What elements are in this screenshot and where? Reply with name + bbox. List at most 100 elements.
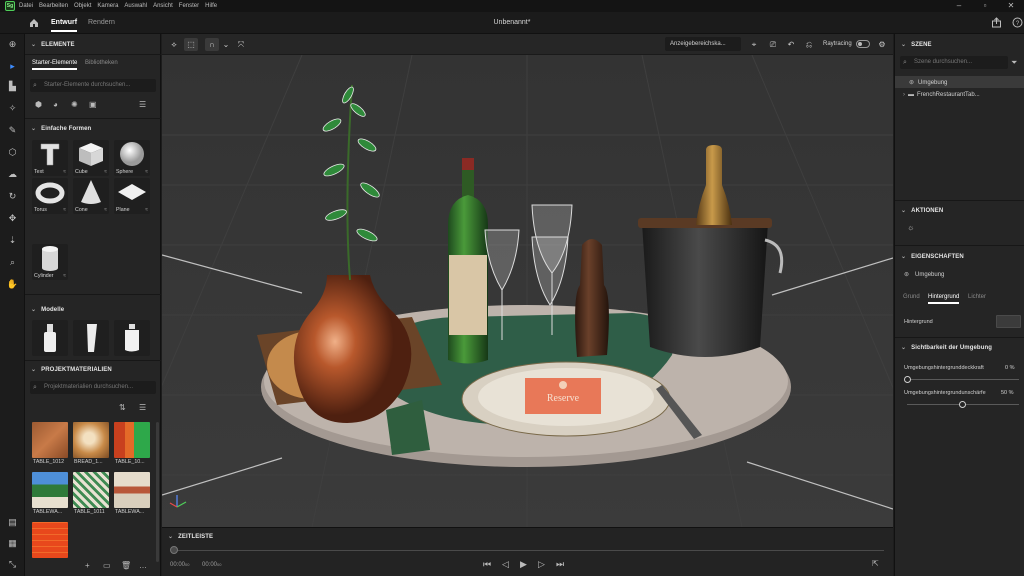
chevron-down-icon[interactable]: ⌄ (219, 38, 233, 51)
more-icon[interactable]: … (139, 561, 147, 570)
opacity-value[interactable]: 0 % (1005, 365, 1014, 371)
tab-starter-elemente[interactable]: Starter-Elemente (32, 60, 78, 70)
maximize-icon[interactable]: ▫ (972, 0, 998, 12)
menu-hilfe[interactable]: Hilfe (205, 3, 217, 9)
magnet-icon[interactable]: ∩ (205, 38, 219, 51)
material-table-1012[interactable] (32, 422, 68, 458)
play-icon[interactable]: ▶ (520, 559, 527, 570)
share-icon[interactable] (991, 17, 1002, 28)
material-bread[interactable] (73, 422, 109, 458)
add-icon[interactable]: ⊕ (6, 38, 19, 51)
cube-tool-icon[interactable]: ⬡ (6, 146, 19, 159)
step-forward-icon[interactable]: ▷ (538, 559, 545, 570)
select-tool-icon[interactable]: ▸ (6, 60, 19, 73)
model-jug-tile[interactable] (114, 320, 150, 356)
light-filter-icon[interactable]: ✺ (71, 100, 78, 109)
timeline-track[interactable] (172, 550, 884, 551)
elements-header[interactable]: ⌄ ELEMENTE (31, 41, 75, 48)
align-tool-icon[interactable]: ▙ (6, 80, 19, 93)
eyedropper-icon[interactable]: ✎ (6, 124, 19, 137)
menu-icon[interactable]: ≈ (145, 169, 148, 175)
scene-item-umgebung[interactable]: ⊛ Umgebung (909, 79, 947, 86)
camera-bookmark-icon[interactable]: ⌖ (747, 38, 761, 51)
add-material-icon[interactable]: + (85, 561, 90, 570)
minimize-icon[interactable]: – (946, 0, 972, 12)
opacity-slider-track[interactable] (907, 379, 1019, 380)
panel-icon[interactable]: ▦ (6, 537, 19, 550)
filter-icon[interactable]: ⏷ (1011, 58, 1017, 68)
shape-cube-tile[interactable]: Cube ≈ (73, 140, 109, 176)
menu-auswahl[interactable]: Auswahl (124, 3, 147, 9)
list-view-icon[interactable]: ☰ (139, 100, 146, 109)
material-table-1011[interactable] (73, 472, 109, 508)
scene-search-input[interactable]: ⌕ Szene durchsuchen... (900, 56, 1008, 69)
menu-icon[interactable]: ≈ (63, 273, 66, 279)
menu-fenster[interactable]: Fenster (179, 3, 199, 9)
list-view-icon[interactable]: ☰ (139, 403, 146, 412)
help-icon[interactable]: ? (1012, 17, 1023, 28)
materials-header[interactable]: ⌄ PROJEKTMATERIALIEN (31, 366, 112, 373)
folder-icon[interactable]: ▭ (103, 561, 111, 570)
materials-scrollbar[interactable] (156, 422, 159, 562)
skip-end-icon[interactable]: ⏭ (556, 559, 564, 570)
cube-filter-icon[interactable]: ⬢ (35, 100, 42, 109)
select-mode-icon[interactable]: ⬚ (184, 38, 198, 51)
material-orange[interactable] (32, 522, 68, 558)
sharpness-value[interactable]: 50 % (1001, 390, 1014, 396)
menu-datei[interactable]: Datei (19, 3, 33, 9)
layers-icon[interactable]: ▤ (6, 516, 19, 529)
scene-canvas[interactable]: Reserve (162, 55, 893, 527)
viewport[interactable]: ⟡ ⬚ ∩ ⌄ ⤧ Anzeigebereichska... ⌖ ⎚ ↶ ⎌ R… (162, 34, 893, 527)
view-select[interactable]: Anzeigebereichska... (665, 37, 741, 51)
shape-plane-tile[interactable]: Plane ≈ (114, 178, 150, 214)
zoom-icon[interactable]: ⌕ (6, 256, 19, 269)
chevron-right-icon[interactable]: › (903, 92, 905, 98)
export-icon[interactable]: ⇱ (872, 559, 879, 568)
camera-undo-icon[interactable]: ↶ (784, 38, 798, 51)
menu-icon[interactable]: ≈ (104, 207, 107, 213)
visibility-header[interactable]: ⌄ Sichtbarkeit der Umgebung (901, 344, 992, 351)
actions-header[interactable]: ⌄ AKTIONEN (901, 207, 943, 214)
material-filter-icon[interactable]: ◕ (53, 100, 58, 109)
sharpness-slider-knob[interactable] (959, 401, 966, 408)
skip-start-icon[interactable]: ⏮ (483, 559, 491, 570)
scene-item-restaurant-table[interactable]: › ▬ FrenchRestaurantTab... (903, 92, 980, 98)
menu-objekt[interactable]: Objekt (74, 3, 91, 9)
menu-icon[interactable]: ≈ (63, 207, 66, 213)
transform-icon[interactable]: ⟡ (167, 38, 181, 51)
tab-bibliotheken[interactable]: Bibliotheken (85, 60, 118, 66)
properties-header[interactable]: ⌄ EIGENSCHAFTEN (901, 253, 964, 260)
opacity-slider-knob[interactable] (904, 376, 911, 383)
magic-wand-icon[interactable]: ✧ (6, 102, 19, 115)
model-tube-tile[interactable] (73, 320, 109, 356)
sort-icon[interactable]: ⇅ (119, 403, 126, 412)
menu-icon[interactable]: ≈ (145, 207, 148, 213)
tab-hintergrund[interactable]: Hintergrund (928, 294, 960, 304)
menu-kamera[interactable]: Kamera (97, 3, 118, 9)
frame-icon[interactable]: ⤧ (234, 38, 248, 51)
shape-torus-tile[interactable]: Torus ≈ (32, 178, 68, 214)
material-table-10[interactable] (114, 422, 150, 458)
elements-search-input[interactable]: ⌕ Starter-Elemente durchsuchen... (30, 79, 156, 92)
model-bottle-tile[interactable] (32, 320, 68, 356)
menu-bearbeiten[interactable]: Bearbeiten (39, 3, 68, 9)
step-back-icon[interactable]: ◁ (502, 559, 509, 570)
material-tablewa-1[interactable] (32, 472, 68, 508)
shape-cone-tile[interactable]: Cone ≈ (73, 178, 109, 214)
image-filter-icon[interactable]: ▣ (89, 100, 97, 109)
models-header[interactable]: ⌄ Modelle (31, 306, 64, 313)
shape-text-tile[interactable]: Text ≈ (32, 140, 68, 176)
dolly-icon[interactable]: ⇣ (6, 234, 19, 247)
shape-sphere-tile[interactable]: Sphere ≈ (114, 140, 150, 176)
move-icon[interactable]: ✥ (6, 212, 19, 225)
shape-cylinder-tile[interactable]: Cylinder ≈ (32, 244, 68, 280)
pan-hand-icon[interactable]: ✋ (6, 278, 19, 291)
orbit-icon[interactable]: ↻ (6, 190, 19, 203)
simple-shapes-header[interactable]: ⌄ Einfache Formen (31, 125, 91, 132)
menu-icon[interactable]: ≈ (63, 169, 66, 175)
tab-grund[interactable]: Grund (903, 294, 920, 300)
material-tablewa-2[interactable] (114, 472, 150, 508)
camera-view-icon[interactable]: ⎚ (766, 38, 780, 51)
settings-icon[interactable]: ⚙ (875, 38, 889, 51)
action-light-icon[interactable]: ☼ (907, 223, 914, 232)
